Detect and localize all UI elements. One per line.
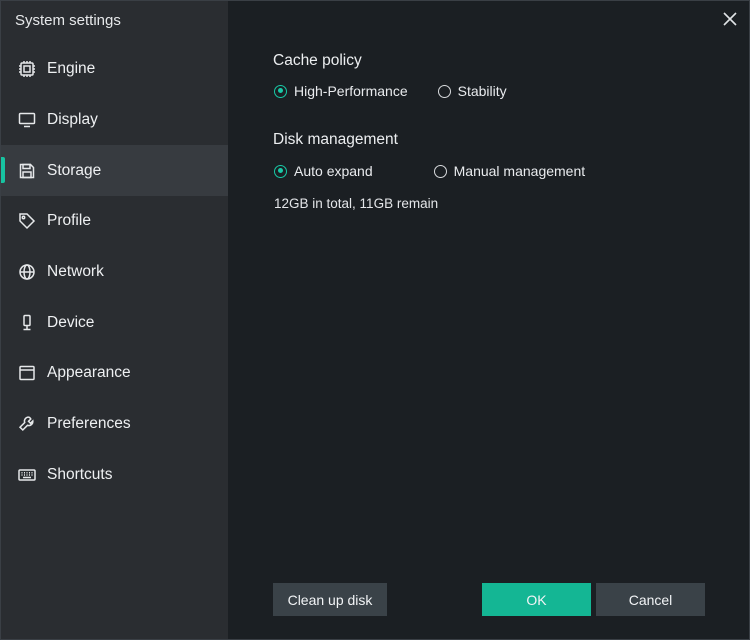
disk-management-title: Disk management	[273, 131, 398, 148]
auto-expand-radio[interactable]: Auto expand	[274, 163, 373, 179]
window-title: System settings	[15, 12, 121, 29]
sidebar-item-label: Network	[47, 263, 104, 281]
close-icon[interactable]	[721, 10, 739, 28]
cache-policy-options: High-Performance Stability	[274, 83, 507, 99]
sidebar-item-preferences[interactable]: Preferences	[1, 399, 228, 450]
disk-usage-info: 12GB in total, 11GB remain	[274, 196, 439, 211]
monitor-icon	[17, 110, 37, 130]
radio-label: Stability	[457, 83, 507, 99]
sidebar-item-label: Profile	[47, 212, 91, 230]
radio-dot	[274, 84, 287, 98]
sidebar-item-label: Storage	[47, 161, 102, 179]
keyboard-icon	[17, 465, 37, 485]
sidebar-item-label: Display	[47, 111, 98, 129]
clean-up-disk-button[interactable]: Clean up disk	[273, 583, 387, 616]
tag-icon	[17, 211, 37, 231]
sidebar-item-storage[interactable]: Storage	[1, 145, 228, 197]
sidebar-item-label: Shortcuts	[47, 465, 113, 483]
chip-icon	[17, 59, 37, 79]
sidebar-nav: Engine Display Storage Profile Network D…	[1, 44, 228, 500]
radio-dot	[437, 84, 451, 98]
cache-policy-title: Cache policy	[273, 52, 362, 69]
sidebar-item-display[interactable]: Display	[1, 95, 228, 146]
sidebar-item-profile[interactable]: Profile	[1, 196, 228, 247]
radio-dot	[433, 164, 447, 178]
sidebar-item-device[interactable]: Device	[1, 297, 228, 348]
settings-window: System settings Engine Display Storage P…	[0, 0, 750, 640]
sidebar-item-appearance[interactable]: Appearance	[1, 348, 228, 399]
manual-management-radio[interactable]: Manual management	[433, 163, 586, 179]
microphone-icon	[17, 313, 37, 333]
ok-button[interactable]: OK	[482, 583, 591, 616]
cancel-button[interactable]: Cancel	[596, 583, 705, 616]
sidebar-item-engine[interactable]: Engine	[1, 44, 228, 95]
sidebar: System settings Engine Display Storage P…	[1, 1, 228, 639]
radio-label: Auto expand	[294, 163, 373, 179]
radio-label: High-Performance	[294, 83, 408, 99]
sidebar-item-label: Appearance	[47, 364, 131, 382]
radio-label: Manual management	[453, 163, 586, 179]
save-icon	[17, 161, 37, 181]
sidebar-item-label: Engine	[47, 60, 96, 78]
stability-radio[interactable]: Stability	[437, 83, 507, 99]
sidebar-item-shortcuts[interactable]: Shortcuts	[1, 450, 228, 501]
radio-dot	[274, 164, 287, 178]
high-performance-radio[interactable]: High-Performance	[274, 83, 408, 99]
disk-management-options: Auto expand Manual management	[274, 163, 585, 179]
sidebar-item-network[interactable]: Network	[1, 247, 228, 298]
sidebar-item-label: Preferences	[47, 415, 131, 433]
window-icon	[17, 363, 37, 383]
wrench-icon	[17, 414, 37, 434]
globe-icon	[17, 262, 37, 282]
sidebar-item-label: Device	[47, 313, 95, 331]
